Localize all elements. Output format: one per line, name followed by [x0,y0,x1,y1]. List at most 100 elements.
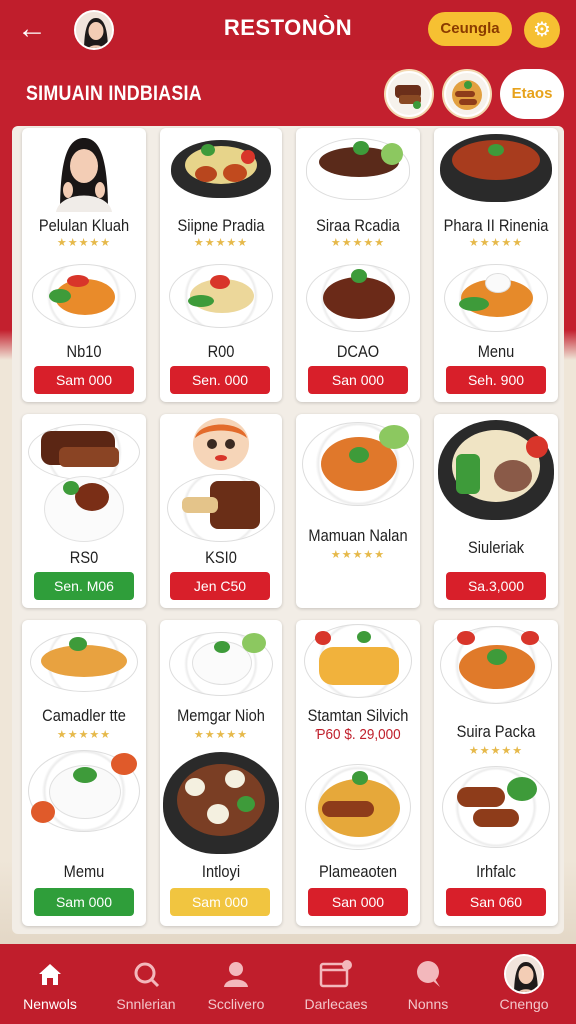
dish-image [440,626,552,704]
nav-item-home[interactable]: Nenwols [2,944,98,1024]
dish-name: R00 [207,342,235,361]
menu-card[interactable]: Stamtan Silvich Ƥ60 $. 29,000 Plameaoten… [296,620,420,926]
dish-name: Menu [477,342,515,361]
dish-name: Siraa Rcadia [316,216,400,235]
rating-stars: ★★★★★ [193,729,249,741]
nav-item-chat[interactable]: Nonns [380,944,476,1024]
nav-label: Snnlerian [116,996,176,1012]
home-icon [32,956,68,992]
menu-card[interactable]: Siipne Pradia ★★★★★ R00 Sen. 000 [160,128,282,402]
filter-pill-button[interactable]: Etaos [500,69,564,119]
ribs-thumbnail-icon [388,73,430,115]
price-button[interactable]: San 000 [308,366,408,394]
dish-name: Suira Packa [456,722,536,741]
price-button[interactable]: Seh. 900 [446,366,546,394]
nav-item-user[interactable]: Scclivero [188,944,284,1024]
dish-name: Intloyi [201,862,241,881]
bottom-nav: Nenwols Snnlerian Scclivero Darlecaes No… [0,944,576,1024]
mascot-icon [191,416,251,472]
rating-stars: ★★★★★ [468,745,524,757]
price-button[interactable]: Jen C50 [170,572,270,600]
dish-name: Siipne Pradia [177,216,265,235]
dish-name: Memu [63,862,105,881]
dish-image [306,264,410,332]
menu-card[interactable]: RS0 Sen. M06 [22,414,146,608]
menu-card[interactable]: Phara II Rinenia ★★★★★ Menu Seh. 900 [434,128,558,402]
rating-stars: ★★★★★ [330,549,386,561]
dish-name: Pelulan Kluah [38,216,130,235]
dish-image [169,632,273,696]
dish-image [306,138,410,200]
user-icon [218,956,254,992]
price-button[interactable]: San 000 [308,888,408,916]
dish-name: Phara II Rinenia [443,216,549,235]
price-button[interactable]: San 060 [446,888,546,916]
nav-label: Scclivero [207,996,265,1012]
dish-name: Siuleriak [467,538,525,557]
dish-image [28,424,140,480]
menu-card[interactable]: Siuleriak Sa.3,000 [434,414,558,608]
dish-name: DCAO [336,342,380,361]
nav-item-profile[interactable]: Cnengo [476,944,572,1024]
calendar-icon [318,956,354,992]
nav-item-calendar[interactable]: Darlecaes [288,944,384,1024]
rating-stars: ★★★★★ [468,237,524,249]
menu-card[interactable]: Pelulan Kluah ★★★★★ Nb10 Sam 000 [22,128,146,402]
dish-image [30,632,138,692]
dish-thumbnail-1[interactable] [384,69,434,119]
search-icon [128,956,164,992]
menu-card[interactable]: Camadler tte ★★★★★ Memu Sam 000 [22,620,146,926]
subheader: SIMUAIN INDBIASIA Etaos [0,62,576,124]
dish-name: Mamuan Nalan [308,526,408,545]
chat-icon [410,956,446,992]
header-pill-button[interactable]: Ceungla [428,12,512,46]
rating-stars: ★★★★★ [193,237,249,249]
profile-avatar [504,954,544,994]
dish-name: Irhfalc [476,862,516,881]
rating-stars: ★★★★★ [330,237,386,249]
price-button[interactable]: Sam 000 [34,888,134,916]
nav-label: Cnengo [499,996,549,1012]
nav-label: Nenwols [23,996,77,1012]
dish-image [440,134,552,202]
dish-name: KSI0 [205,548,237,567]
dish-image [442,766,550,848]
nav-label: Nonns [407,996,449,1012]
rating-stars: ★★★★★ [56,237,112,249]
dish-image [171,140,271,198]
dish-image [167,474,275,542]
dish-image [444,264,548,332]
dish-name: RS0 [69,548,99,567]
price-button[interactable]: Sam 000 [34,366,134,394]
dish-image [305,764,411,850]
dish-name: Plameaoten [318,862,398,881]
menu-card[interactable]: Mamuan Nalan ★★★★★ [296,414,420,608]
price-note: Ƥ60 $. 29,000 [315,726,401,743]
nav-label: Darlecaes [304,996,368,1012]
menu-card[interactable]: Memgar Nioh ★★★★★ Intloyi Sam 000 [160,620,282,926]
dish-image [44,476,124,542]
dish-name: Stamtan Silvich [307,706,409,725]
menu-card[interactable]: Suira Packa ★★★★★ Irhfalc San 060 [434,620,558,926]
dish-image [304,624,412,698]
nav-item-search[interactable]: Snnlerian [98,944,194,1024]
menu-card[interactable]: Siraa Rcadia ★★★★★ DCAO San 000 [296,128,420,402]
dish-image [438,420,554,520]
price-button[interactable]: Sa.3,000 [446,572,546,600]
price-button[interactable]: Sen. M06 [34,572,134,600]
dish-thumbnail-2[interactable] [442,69,492,119]
price-button[interactable]: Sen. 000 [170,366,270,394]
chef-portrait [46,132,122,212]
price-button[interactable]: Sam 000 [170,888,270,916]
dish-image [163,752,279,854]
sausage-thumbnail-icon [446,73,488,115]
section-title: SIMUAIN INDBIASIA [26,82,202,105]
dish-image [169,264,273,328]
rating-stars: ★★★★★ [56,729,112,741]
gear-icon[interactable]: ⚙ [524,12,560,48]
dish-name: Memgar Nioh [177,706,265,725]
dish-image [32,264,136,328]
dish-name: Nb10 [66,342,102,361]
dish-image [302,422,414,506]
menu-card[interactable]: KSI0 Jen C50 [160,414,282,608]
